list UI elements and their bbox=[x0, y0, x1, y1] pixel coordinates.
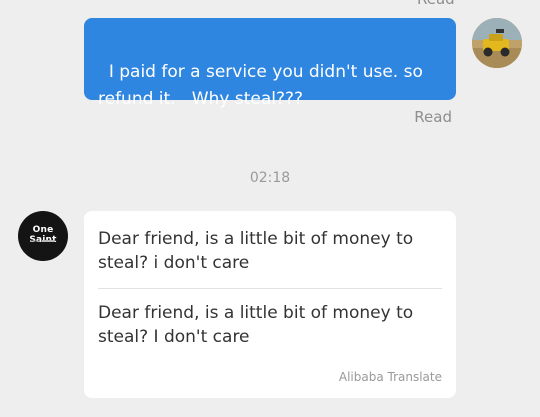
outgoing-message-bubble[interactable]: I paid for a service you didn't use. so … bbox=[84, 18, 456, 109]
message-timestamp: 02:18 bbox=[249, 170, 291, 186]
incoming-message-bubble[interactable]: Dear friend, is a little bit of money to… bbox=[84, 211, 456, 398]
read-status: Read bbox=[414, 108, 452, 126]
avatar-brand-sub bbox=[18, 239, 68, 244]
translation-credit: Alibaba Translate bbox=[338, 370, 442, 384]
my-avatar[interactable] bbox=[472, 18, 522, 68]
translated-message-text: Dear friend, is a little bit of money to… bbox=[98, 303, 414, 347]
avatar-photo-icon bbox=[472, 18, 522, 68]
original-message-text: Dear friend, is a little bit of money to… bbox=[98, 229, 414, 273]
outgoing-message-text: I paid for a service you didn't use. so … bbox=[98, 62, 429, 109]
previous-read-status: Read bbox=[417, 0, 455, 8]
translation-divider bbox=[98, 288, 442, 289]
contact-avatar[interactable]: One Saint bbox=[18, 211, 68, 261]
avatar-sub-mark-icon bbox=[31, 240, 55, 242]
